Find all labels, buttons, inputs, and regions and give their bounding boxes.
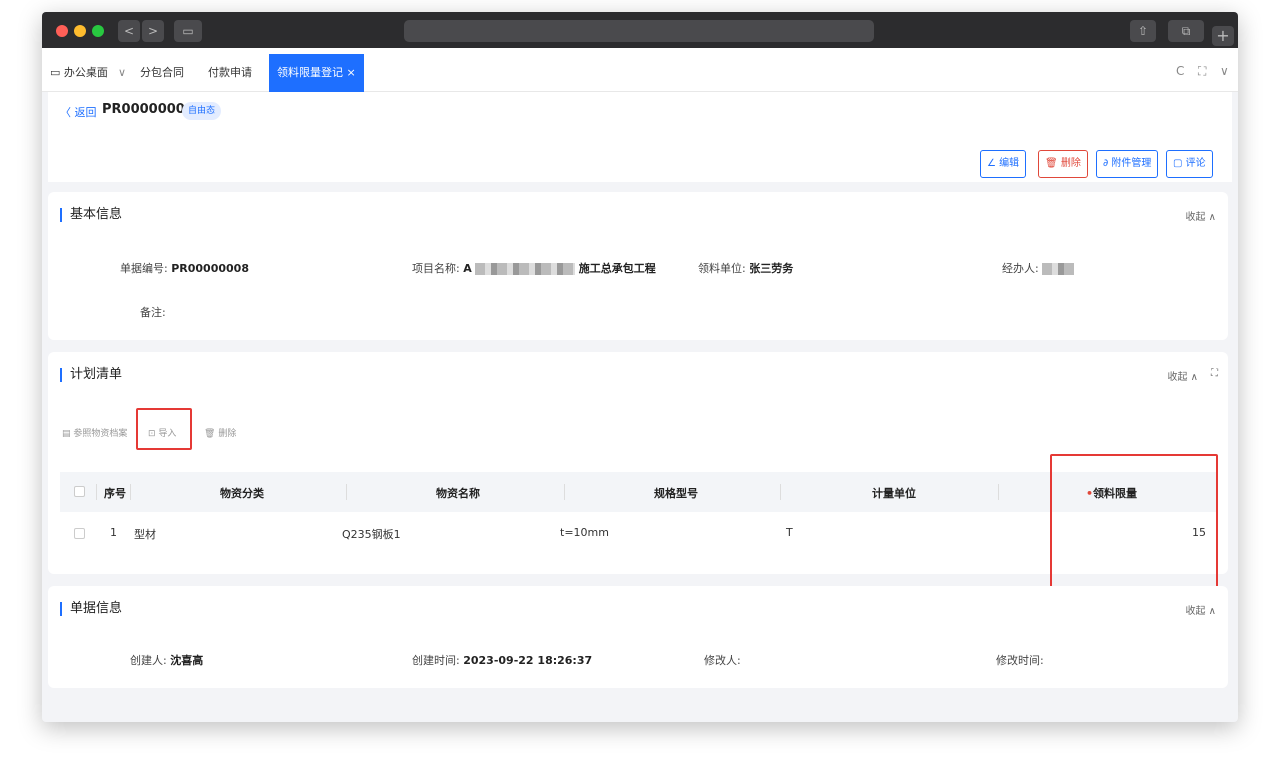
tab-payment[interactable]: 付款申请	[208, 54, 252, 92]
redacted-text	[1042, 263, 1075, 275]
row-unit: T	[786, 526, 793, 539]
edit-icon: ∠	[987, 158, 996, 169]
project-field: 项目名称: A 施工总承包工程	[412, 260, 656, 276]
import-highlight-box	[136, 408, 192, 450]
desktop-icon: ▭	[50, 66, 61, 79]
reference-materials-button[interactable]: ▤ 参照物资档案	[62, 426, 127, 439]
share-icon[interactable]: ⇧	[1130, 20, 1156, 42]
project-label: 项目名称:	[412, 262, 460, 275]
sidebar-toggle-button[interactable]: ▭	[174, 20, 202, 42]
remark-label: 备注:	[140, 306, 166, 319]
attachments-button-label: 附件管理	[1111, 158, 1152, 169]
limit-column-highlight-box	[1050, 454, 1218, 588]
new-tab-button[interactable]: +	[1212, 26, 1234, 46]
row-checkbox[interactable]	[74, 528, 85, 539]
table-row: 1 型材 Q235钢板1 t=10mm T 15	[60, 472, 1216, 562]
redacted-text	[475, 263, 576, 275]
basic-info-title: 基本信息	[60, 208, 122, 222]
delete-row-button[interactable]: 🗑 删除	[204, 426, 236, 439]
doc-info-card: 单据信息 收起 ∧ 创建人: 沈喜高 创建时间: 2023-09-22 18:2…	[48, 586, 1228, 688]
unit-label: 领料单位:	[698, 262, 746, 275]
status-badge: 自由态	[182, 102, 222, 120]
page-header: 〈 返回 PR00000008 自由态 ∠ 编辑 🗑 删除 ∂ 附件管理 ▢ 评…	[48, 92, 1232, 182]
created-time-value: 2023-09-22 18:26:37	[463, 654, 593, 667]
tab-home-label: 办公桌面	[63, 66, 108, 79]
zoom-window-button[interactable]	[92, 25, 104, 37]
creator-field: 创建人: 沈喜高	[130, 652, 203, 668]
creator-label: 创建人:	[130, 654, 167, 667]
tab-material-limit-label: 领料限量登记	[277, 66, 343, 79]
minimize-window-button[interactable]	[74, 25, 86, 37]
project-value-suffix: 施工总承包工程	[578, 262, 656, 275]
home-dropdown-icon[interactable]: ∨	[118, 54, 126, 92]
trash-icon: 🗑	[1045, 158, 1058, 169]
edit-button-label: 编辑	[999, 158, 1020, 169]
plan-list-card: 计划清单 收起 ∧ ⛶ ▤ 参照物资档案 ⊡ 导入 🗑 删除 序号 物资分类 物…	[48, 352, 1228, 588]
doc-no-field: 单据编号: PR00000008	[120, 260, 249, 276]
doc-no-value: PR00000008	[171, 262, 249, 275]
more-tabs-icon[interactable]: ∨	[1220, 64, 1229, 78]
row-name: Q235钢板1	[342, 528, 401, 541]
row-category: 型材	[134, 528, 156, 541]
modified-time-label: 修改时间:	[996, 654, 1044, 667]
basic-info-card: 基本信息 收起 ∧ 单据编号: PR00000008 项目名称: A 施工总承包…	[48, 192, 1228, 340]
address-bar[interactable]	[404, 20, 874, 42]
unit-field: 领料单位: 张三劳务	[698, 260, 793, 276]
doc-info-collapse-button[interactable]: 收起 ∧	[1186, 602, 1217, 617]
tab-subcontract[interactable]: 分包合同	[140, 54, 184, 92]
paperclip-icon: ∂	[1103, 158, 1109, 169]
edit-button[interactable]: ∠ 编辑	[980, 150, 1027, 178]
expand-icon[interactable]: ⛶	[1211, 368, 1218, 379]
created-time-label: 创建时间:	[412, 654, 460, 667]
document-icon: ▤	[62, 429, 71, 439]
comment-button[interactable]: ▢ 评论	[1166, 150, 1213, 178]
tabs-overview-icon[interactable]: ⧉	[1168, 20, 1204, 42]
reference-materials-label: 参照物资档案	[73, 429, 128, 439]
unit-value: 张三劳务	[749, 262, 794, 275]
doc-no-label: 单据编号:	[120, 262, 168, 275]
row-no: 1	[110, 526, 117, 539]
close-window-button[interactable]	[56, 25, 68, 37]
forward-nav-button[interactable]: >	[142, 20, 164, 42]
comment-icon: ▢	[1173, 158, 1183, 169]
creator-value: 沈喜高	[170, 654, 204, 667]
tab-home[interactable]: ▭ 办公桌面	[50, 54, 108, 92]
back-nav-button[interactable]: <	[118, 20, 140, 42]
delete-row-label: 删除	[218, 429, 237, 439]
close-icon[interactable]: ×	[347, 66, 356, 79]
delete-button[interactable]: 🗑 删除	[1038, 150, 1088, 178]
browser-window: < > ▭ ⇧ ⧉ + ▭ 办公桌面 ∨ 分包合同 付款申请 领料限量登记 × …	[42, 12, 1238, 722]
handler-label: 经办人:	[1002, 262, 1039, 275]
tab-material-limit[interactable]: 领料限量登记 ×	[269, 54, 364, 92]
created-time-field: 创建时间: 2023-09-22 18:26:37	[412, 652, 592, 668]
basic-info-collapse-button[interactable]: 收起 ∧	[1186, 208, 1217, 223]
handler-field: 经办人:	[1002, 260, 1075, 276]
doc-info-title: 单据信息	[60, 602, 122, 616]
back-link[interactable]: 〈 返回	[60, 104, 97, 120]
refresh-icon[interactable]: C	[1176, 64, 1184, 78]
row-spec: t=10mm	[560, 526, 609, 539]
fullscreen-icon[interactable]: ⛶	[1198, 64, 1206, 79]
modifier-label: 修改人:	[704, 654, 741, 667]
project-value-prefix: A	[463, 262, 472, 275]
browser-titlebar: < > ▭ ⇧ ⧉ +	[42, 12, 1238, 48]
trash-icon: 🗑	[204, 429, 216, 439]
delete-button-label: 删除	[1060, 158, 1081, 169]
page-title: PR00000008	[102, 102, 194, 117]
attachments-button[interactable]: ∂ 附件管理	[1096, 150, 1159, 178]
plan-list-title: 计划清单	[60, 368, 122, 382]
app-tab-bar: ▭ 办公桌面 ∨ 分包合同 付款申请 领料限量登记 × C ⛶ ∨	[42, 48, 1238, 92]
plan-list-collapse-button[interactable]: 收起 ∧	[1168, 368, 1199, 383]
comment-button-label: 评论	[1185, 158, 1206, 169]
